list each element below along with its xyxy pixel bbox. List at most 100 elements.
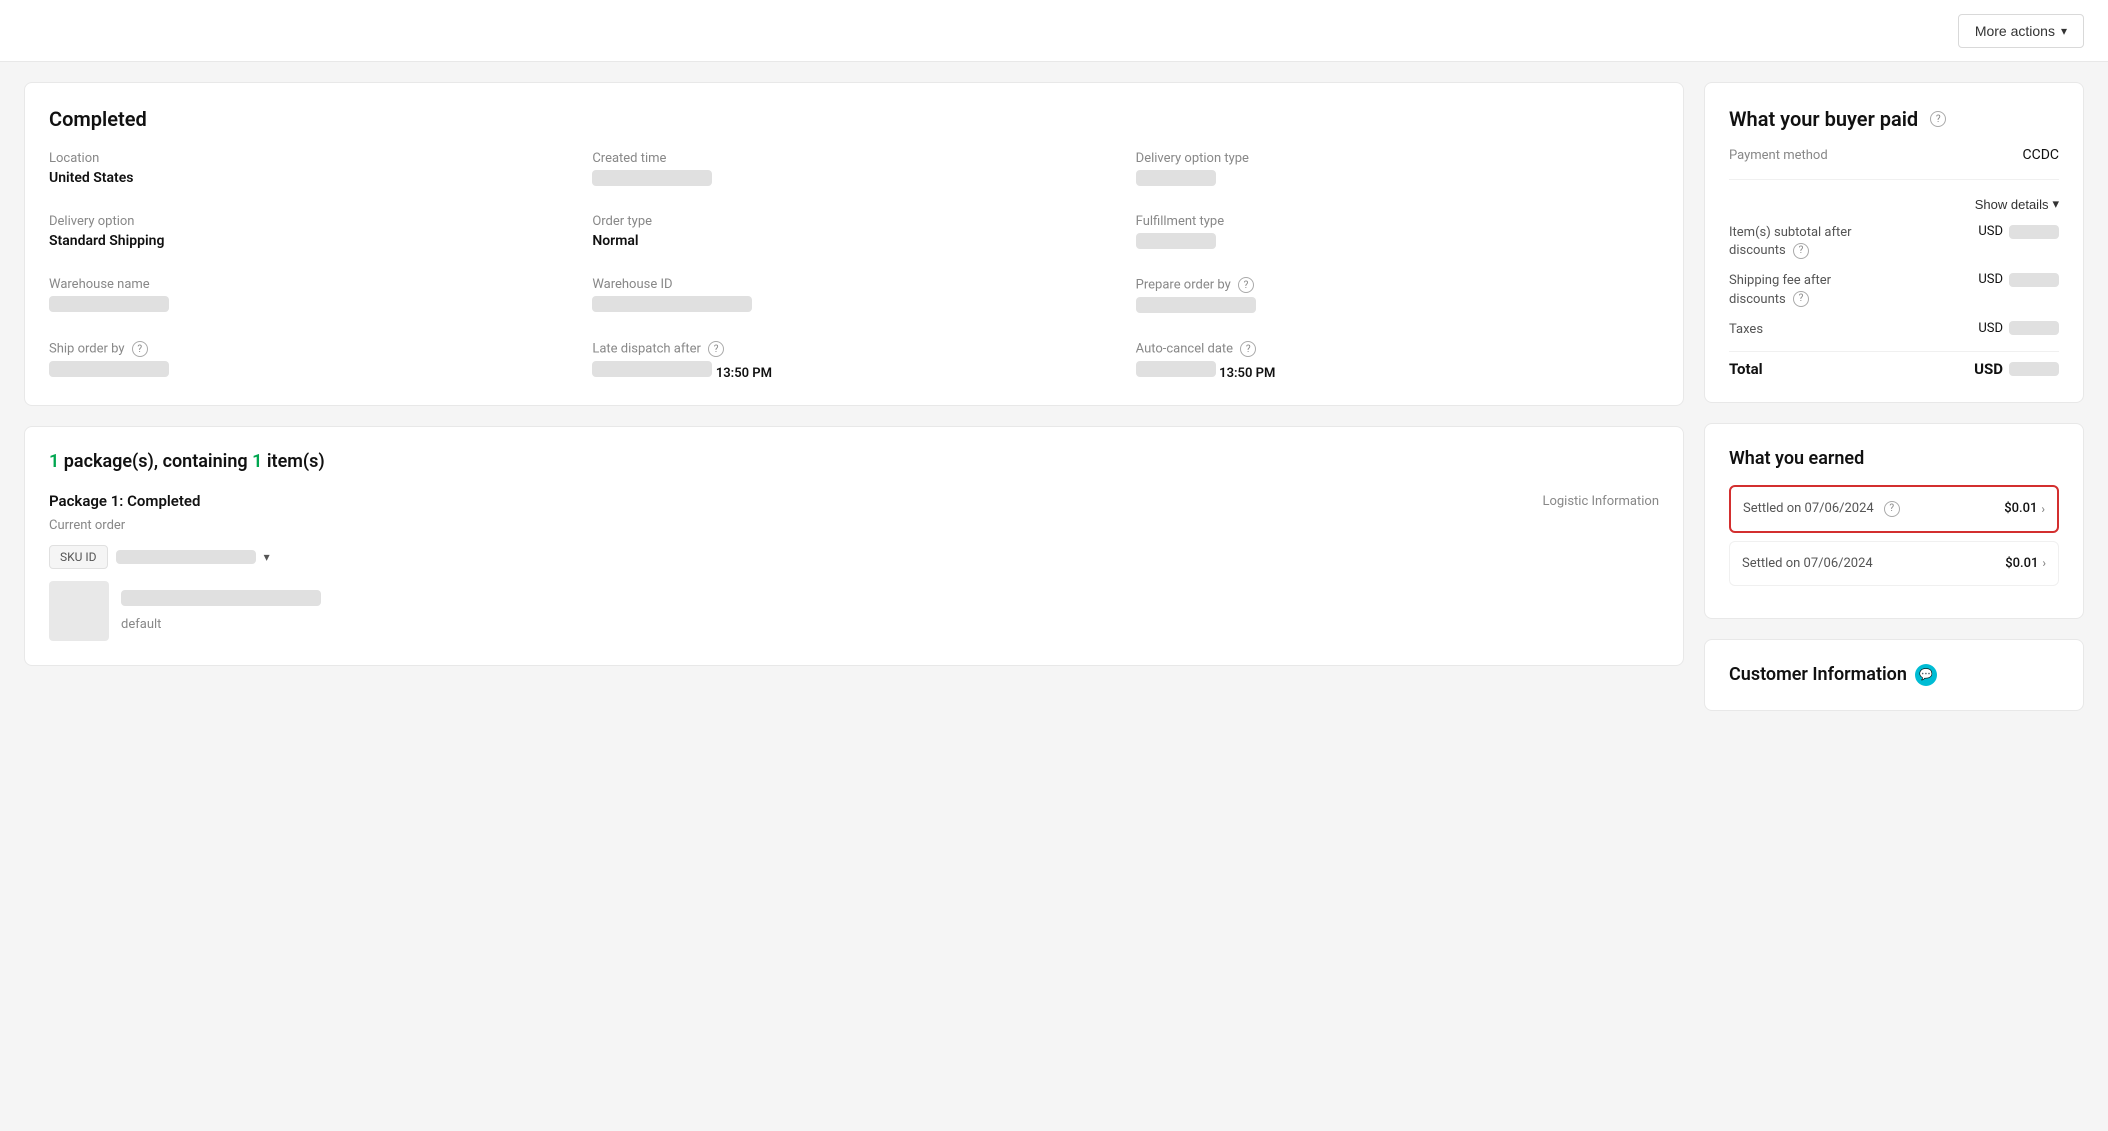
- buyer-paid-help-icon[interactable]: ?: [1930, 111, 1946, 127]
- prepare-order-field: Prepare order by ?: [1136, 277, 1659, 317]
- payment-method-value: CCDC: [2022, 147, 2059, 163]
- ship-order-field: Ship order by ?: [49, 341, 572, 381]
- total-row: Total USD: [1729, 351, 2059, 378]
- items-subtotal-row: Item(s) subtotal after discounts ? USD: [1729, 224, 2059, 260]
- warehouse-id-field: Warehouse ID: [592, 277, 1115, 317]
- settled-amount-2: $0.01 ›: [2005, 556, 2046, 571]
- buyer-paid-card: What your buyer paid ? Payment method CC…: [1704, 82, 2084, 403]
- prepare-order-label: Prepare order by ?: [1136, 277, 1659, 293]
- settled-1-help-icon[interactable]: ?: [1884, 501, 1900, 517]
- total-value: USD: [1974, 360, 2059, 378]
- subtotal-help-icon[interactable]: ?: [1793, 243, 1809, 259]
- auto-cancel-field: Auto-cancel date ? 13:50 PM: [1136, 341, 1659, 381]
- logistic-information-link[interactable]: Logistic Information: [1542, 494, 1659, 509]
- total-amount: [2009, 362, 2059, 376]
- show-details-button[interactable]: Show details ▾: [1975, 196, 2059, 212]
- late-dispatch-time: 13:50 PM: [716, 366, 772, 381]
- shipping-fee-value: USD: [1978, 272, 2059, 287]
- main-layout: Completed Location United States Created…: [0, 62, 2108, 731]
- product-image: [49, 581, 109, 641]
- ship-order-label: Ship order by ?: [49, 341, 572, 357]
- fulfillment-type-value: [1136, 233, 1216, 249]
- customer-info-card: Customer Information 💬: [1704, 639, 2084, 711]
- order-fields-grid: Location United States Created time Deli…: [49, 151, 1659, 381]
- delivery-option-type-value: [1136, 170, 1216, 186]
- fulfillment-type-field: Fulfillment type: [1136, 214, 1659, 253]
- shipping-fee-row: Shipping fee after discounts ? USD: [1729, 272, 2059, 308]
- late-dispatch-value: [592, 361, 712, 377]
- product-variant: default: [121, 617, 161, 632]
- product-row: default: [49, 581, 1659, 641]
- auto-cancel-help-icon[interactable]: ?: [1240, 341, 1256, 357]
- package-header: 1 package(s), containing 1 item(s): [49, 451, 1659, 472]
- shipping-fee-help-icon[interactable]: ?: [1793, 291, 1809, 307]
- settled-2-chevron-icon: ›: [2042, 556, 2046, 570]
- sku-row: SKU ID ▾: [49, 545, 1659, 569]
- delivery-option-type-field: Delivery option type: [1136, 151, 1659, 190]
- auto-cancel-label: Auto-cancel date ?: [1136, 341, 1659, 357]
- earned-title: What you earned: [1729, 448, 2059, 469]
- settled-row-2[interactable]: Settled on 07/06/2024 $0.01 ›: [1729, 541, 2059, 586]
- warehouse-name-value: [49, 296, 169, 312]
- order-type-label: Order type: [592, 214, 1115, 229]
- ship-order-help-icon[interactable]: ?: [132, 341, 148, 357]
- prepare-order-help-icon[interactable]: ?: [1238, 277, 1254, 293]
- chat-icon[interactable]: 💬: [1915, 664, 1937, 686]
- warehouse-id-label: Warehouse ID: [592, 277, 1115, 292]
- show-details-row: Show details ▾: [1729, 196, 2059, 212]
- show-details-chevron-icon: ▾: [2052, 196, 2059, 212]
- taxes-amount: [2009, 321, 2059, 335]
- created-time-value: [592, 170, 712, 186]
- settled-1-chevron-icon: ›: [2041, 502, 2045, 516]
- items-subtotal-amount: [2009, 225, 2059, 239]
- order-type-value: Normal: [592, 233, 1115, 249]
- more-actions-button[interactable]: More actions ▾: [1958, 14, 2084, 48]
- delivery-option-type-label: Delivery option type: [1136, 151, 1659, 166]
- auto-cancel-time: 13:50 PM: [1219, 366, 1275, 381]
- package-title-row: Package 1: Completed Logistic Informatio…: [49, 492, 1659, 510]
- location-label: Location: [49, 151, 572, 166]
- late-dispatch-label: Late dispatch after ?: [592, 341, 1115, 357]
- location-value: United States: [49, 170, 572, 186]
- warehouse-name-label: Warehouse name: [49, 277, 572, 292]
- buyer-paid-title: What your buyer paid: [1729, 107, 1918, 131]
- payment-method-label: Payment method: [1729, 148, 1828, 163]
- created-time-field: Created time: [592, 151, 1115, 190]
- item-count: 1: [252, 451, 262, 472]
- location-field: Location United States: [49, 151, 572, 190]
- sku-badge: SKU ID: [49, 545, 108, 569]
- package-card: 1 package(s), containing 1 item(s) Packa…: [24, 426, 1684, 666]
- package-count: 1: [49, 451, 59, 472]
- earned-card: What you earned Settled on 07/06/2024 ? …: [1704, 423, 2084, 619]
- order-type-field: Order type Normal: [592, 214, 1115, 253]
- late-dispatch-field: Late dispatch after ? 13:50 PM: [592, 341, 1115, 381]
- more-actions-label: More actions: [1975, 23, 2055, 39]
- taxes-row: Taxes USD: [1729, 321, 2059, 339]
- customer-info-title: Customer Information 💬: [1729, 664, 2059, 686]
- order-status-title: Completed: [49, 107, 1659, 131]
- order-details-card: Completed Location United States Created…: [24, 82, 1684, 406]
- payment-method-row: Payment method CCDC: [1729, 147, 2059, 180]
- product-name: [121, 590, 321, 606]
- current-order-label: Current order: [49, 518, 1659, 533]
- settled-date-1: Settled on 07/06/2024 ?: [1743, 501, 1900, 517]
- right-column: What your buyer paid ? Payment method CC…: [1704, 82, 2084, 711]
- left-column: Completed Location United States Created…: [24, 82, 1684, 711]
- delivery-option-field: Delivery option Standard Shipping: [49, 214, 572, 253]
- delivery-option-label: Delivery option: [49, 214, 572, 229]
- auto-cancel-value: [1136, 361, 1216, 377]
- items-subtotal-value: USD: [1978, 224, 2059, 239]
- sku-dropdown-icon[interactable]: ▾: [264, 550, 270, 564]
- sku-value: [116, 550, 256, 564]
- settled-amount-1: $0.01 ›: [2004, 501, 2045, 516]
- prepare-order-value: [1136, 297, 1256, 313]
- settled-date-2: Settled on 07/06/2024: [1742, 556, 1873, 571]
- settled-row-1[interactable]: Settled on 07/06/2024 ? $0.01 ›: [1729, 485, 2059, 533]
- fulfillment-type-label: Fulfillment type: [1136, 214, 1659, 229]
- delivery-option-value: Standard Shipping: [49, 233, 572, 249]
- package-title: Package 1: Completed: [49, 492, 200, 510]
- taxes-value: USD: [1978, 321, 2059, 336]
- ship-order-value: [49, 361, 169, 377]
- warehouse-id-value: [592, 296, 752, 312]
- late-dispatch-help-icon[interactable]: ?: [708, 341, 724, 357]
